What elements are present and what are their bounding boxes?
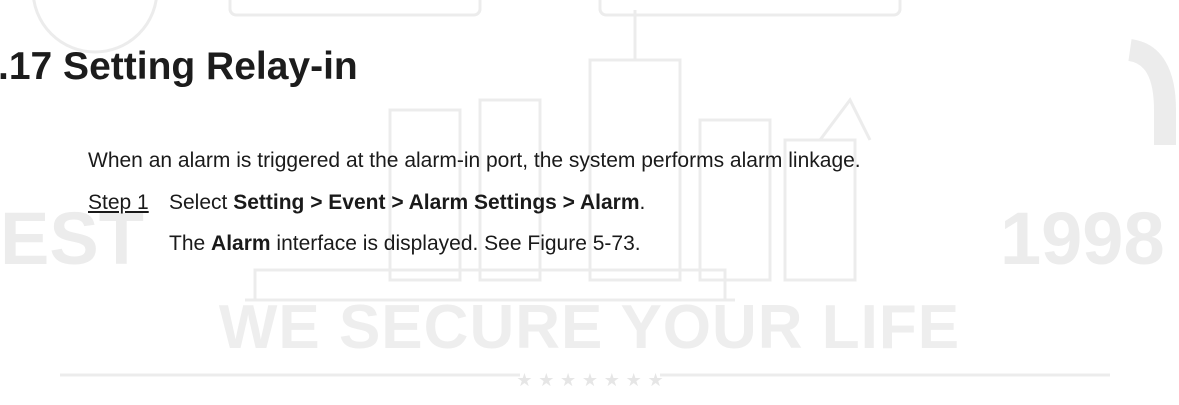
result-prefix: The	[169, 232, 212, 255]
result-suffix: interface is displayed. See Figure 5-73.	[270, 232, 641, 255]
step-result: The Alarm interface is displayed. See Fi…	[169, 232, 641, 256]
step-period: .	[639, 191, 646, 214]
intro-paragraph: When an alarm is triggered at the alarm-…	[88, 149, 861, 172]
interface-name: Alarm	[211, 232, 271, 255]
step-1: Step 1 Select Setting > Event > Alarm Se…	[88, 191, 645, 215]
document-section: .17 Setting Relay-in When an alarm is tr…	[0, 0, 1179, 405]
step-instruction: Select Setting > Event > Alarm Settings …	[169, 191, 645, 215]
step-label: Step 1	[88, 191, 149, 214]
section-heading: .17 Setting Relay-in	[0, 45, 358, 88]
step-select-word: Select	[169, 191, 234, 214]
menu-path: Setting > Event > Alarm Settings > Alarm	[233, 191, 640, 214]
